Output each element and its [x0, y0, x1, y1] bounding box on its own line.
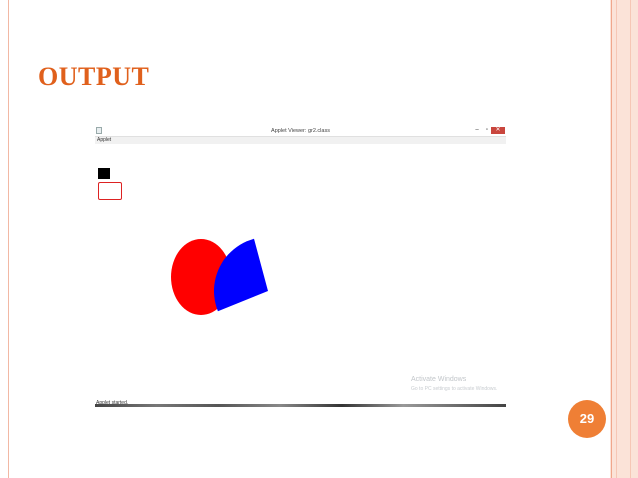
window-title: Applet Viewer: gr2.class	[271, 128, 330, 134]
drawn-shapes	[171, 238, 268, 315]
window-titlebar[interactable]: Applet Viewer: gr2.class – ▫ ✕	[95, 126, 506, 136]
slide-title: OUTPUT	[38, 62, 150, 91]
applet-canvas: Activate Windows Go to PC settings to ac…	[95, 144, 506, 402]
applet-viewer-window: Applet Viewer: gr2.class – ▫ ✕ Applet Ac…	[95, 126, 506, 407]
close-icon: ✕	[495, 127, 501, 133]
maximize-button[interactable]: ▫	[483, 126, 491, 136]
slide-right-rule	[611, 0, 612, 478]
slide-right-rule	[630, 0, 631, 478]
taskbar-strip	[95, 404, 506, 407]
slide-left-rule	[8, 0, 9, 478]
minimize-button[interactable]: –	[473, 126, 481, 136]
slide-right-band	[610, 0, 638, 478]
menu-item-applet[interactable]: Applet	[97, 137, 111, 144]
activate-windows-title: Activate Windows	[411, 376, 467, 383]
page-number-badge: 29	[568, 400, 606, 438]
minimize-icon: –	[475, 127, 479, 133]
filled-blue-arc	[214, 238, 268, 312]
maximize-icon: ▫	[485, 127, 489, 133]
slide-right-rule	[616, 0, 617, 478]
activate-windows-subtitle: Go to PC settings to activate Windows.	[411, 386, 498, 392]
close-button[interactable]: ✕	[491, 127, 505, 134]
